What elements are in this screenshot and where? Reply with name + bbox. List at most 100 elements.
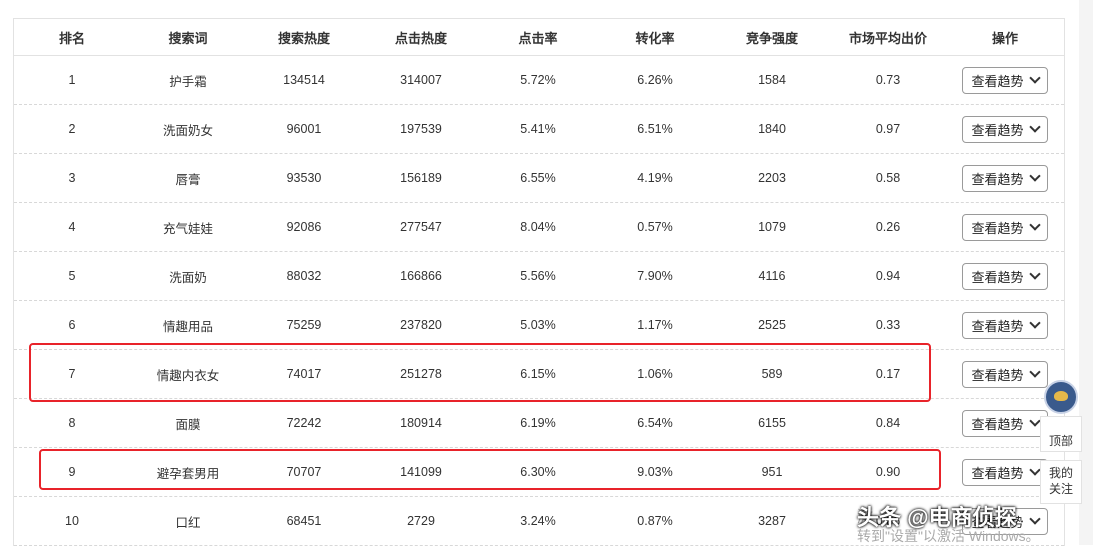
cell-ctr: 5.03% bbox=[520, 318, 556, 332]
cell-search-heat: 72242 bbox=[286, 416, 322, 430]
cell-cvr: 6.54% bbox=[637, 416, 673, 430]
cell-competition: 1079 bbox=[758, 220, 786, 234]
cell-competition: 951 bbox=[761, 465, 783, 479]
chevron-down-icon bbox=[1028, 415, 1041, 427]
cell-keyword: 情趣内衣女 bbox=[156, 368, 220, 383]
header-ctr: 点击率 bbox=[518, 30, 558, 46]
cell-action: 查看趋势 bbox=[946, 115, 1064, 143]
view-trend-label: 查看趋势 bbox=[971, 367, 1024, 383]
cell-avg-bid: 0.94 bbox=[875, 269, 901, 283]
cell-rank: 1 bbox=[68, 73, 76, 87]
chevron-down-icon bbox=[1028, 219, 1041, 231]
cell-click-heat: 237820 bbox=[400, 318, 442, 332]
cell-rank: 10 bbox=[65, 514, 79, 528]
cell-cvr: 7.90% bbox=[637, 269, 673, 283]
cell-cvr: 6.51% bbox=[637, 122, 673, 136]
cell-keyword: 面膜 bbox=[175, 417, 201, 432]
table-row: 4 充气娃娃 92086 277547 8.04% 0.57% 1079 0.26 查看趋势 bbox=[14, 203, 1064, 252]
cell-keyword: 充气娃娃 bbox=[162, 221, 213, 236]
header-competition: 竞争强度 bbox=[745, 30, 798, 46]
cell-competition: 2525 bbox=[758, 318, 786, 332]
cell-click-heat: 166866 bbox=[400, 269, 442, 283]
cell-avg-bid: 0.26 bbox=[875, 220, 901, 234]
my-follow-label-2: 关注 bbox=[1048, 482, 1073, 496]
cell-keyword: 口红 bbox=[175, 515, 201, 530]
cell-keyword: 唇膏 bbox=[175, 172, 201, 187]
cell-click-heat: 2729 bbox=[407, 514, 435, 528]
table-row: 2 洗面奶女 96001 197539 5.41% 6.51% 1840 0.97 查看趋势 bbox=[14, 105, 1064, 154]
view-trend-button[interactable]: 查看趋势 bbox=[962, 164, 1048, 192]
cell-ctr: 5.56% bbox=[520, 269, 556, 283]
view-trend-button[interactable]: 查看趋势 bbox=[962, 409, 1048, 437]
view-trend-button[interactable]: 查看趋势 bbox=[962, 115, 1048, 143]
cell-cvr: 6.26% bbox=[637, 73, 673, 87]
chevron-down-icon bbox=[1028, 464, 1041, 476]
cell-ctr: 5.41% bbox=[520, 122, 556, 136]
cell-ctr: 8.04% bbox=[520, 220, 556, 234]
keyword-table: 排名 搜索词 搜索热度 点击热度 点击率 转化率 竞争强度 市场平均出价 操作 … bbox=[13, 18, 1065, 546]
table-row: 1 护手霜 134514 314007 5.72% 6.26% 1584 0.73 查看趋势 bbox=[14, 56, 1064, 105]
cell-search-heat: 88032 bbox=[286, 269, 322, 283]
cell-action: 查看趋势 bbox=[946, 164, 1064, 192]
cell-search-heat: 134514 bbox=[283, 73, 325, 87]
cell-competition: 2203 bbox=[758, 171, 786, 185]
table-row: 3 唇膏 93530 156189 6.55% 4.19% 2203 0.58 查看趋势 bbox=[14, 154, 1064, 203]
view-trend-label: 查看趋势 bbox=[971, 416, 1024, 432]
cell-click-heat: 314007 bbox=[400, 73, 442, 87]
view-trend-button[interactable]: 查看趋势 bbox=[962, 458, 1048, 486]
header-avg-bid: 市场平均出价 bbox=[848, 30, 927, 46]
cell-action: 查看趋势 bbox=[946, 66, 1064, 94]
my-follow-button[interactable]: 我的 关注 bbox=[1040, 460, 1082, 504]
cell-cvr: 4.19% bbox=[637, 171, 673, 185]
cell-action: 查看趋势 bbox=[946, 213, 1064, 241]
view-trend-button[interactable]: 查看趋势 bbox=[962, 262, 1048, 290]
header-search-heat: 搜索热度 bbox=[277, 30, 330, 46]
cell-action: 查看趋势 bbox=[946, 311, 1064, 339]
cell-ctr: 6.30% bbox=[520, 465, 556, 479]
table-row: 7 情趣内衣女 74017 251278 6.15% 1.06% 589 0.17 查看趋势 bbox=[14, 350, 1064, 399]
cell-search-heat: 70707 bbox=[286, 465, 322, 479]
cell-competition: 3287 bbox=[758, 514, 786, 528]
cell-search-heat: 93530 bbox=[286, 171, 322, 185]
table-header: 排名 搜索词 搜索热度 点击热度 点击率 转化率 竞争强度 市场平均出价 操作 bbox=[14, 19, 1064, 56]
cell-competition: 589 bbox=[761, 367, 783, 381]
cell-cvr: 1.17% bbox=[637, 318, 673, 332]
cell-ctr: 5.72% bbox=[520, 73, 556, 87]
cell-search-heat: 96001 bbox=[286, 122, 322, 136]
cell-click-heat: 277547 bbox=[400, 220, 442, 234]
cell-ctr: 6.55% bbox=[520, 171, 556, 185]
mascot-icon bbox=[1044, 380, 1078, 414]
cell-click-heat: 141099 bbox=[400, 465, 442, 479]
cell-rank: 8 bbox=[68, 416, 76, 430]
cell-cvr: 9.03% bbox=[637, 465, 673, 479]
view-trend-button[interactable]: 查看趋势 bbox=[962, 311, 1048, 339]
cell-keyword: 洗面奶 bbox=[169, 270, 207, 285]
header-click-heat: 点击热度 bbox=[394, 30, 447, 46]
cell-avg-bid: 0.33 bbox=[875, 318, 901, 332]
cell-avg-bid: 0.97 bbox=[875, 122, 901, 136]
cell-search-heat: 92086 bbox=[286, 220, 322, 234]
cell-avg-bid: 0.73 bbox=[875, 73, 901, 87]
chevron-down-icon bbox=[1028, 513, 1041, 525]
view-trend-label: 查看趋势 bbox=[971, 73, 1024, 89]
my-follow-label-1: 我的 bbox=[1048, 466, 1073, 480]
view-trend-button[interactable]: 查看趋势 bbox=[962, 66, 1048, 94]
cell-rank: 6 bbox=[68, 318, 76, 332]
cell-rank: 4 bbox=[68, 220, 76, 234]
cell-cvr: 0.87% bbox=[637, 514, 673, 528]
cell-search-heat: 74017 bbox=[286, 367, 322, 381]
back-to-top-button[interactable]: 顶部 bbox=[1040, 416, 1082, 452]
view-trend-label: 查看趋势 bbox=[971, 220, 1024, 236]
chevron-down-icon bbox=[1028, 268, 1041, 280]
chevron-down-icon bbox=[1028, 121, 1041, 133]
cell-ctr: 3.24% bbox=[520, 514, 556, 528]
cell-avg-bid: 0.90 bbox=[875, 465, 901, 479]
back-to-top-label: 顶部 bbox=[1048, 434, 1073, 448]
view-trend-button[interactable]: 查看趋势 bbox=[962, 360, 1048, 388]
cell-ctr: 6.19% bbox=[520, 416, 556, 430]
header-cvr: 转化率 bbox=[635, 30, 675, 46]
view-trend-button[interactable]: 查看趋势 bbox=[962, 213, 1048, 241]
header-action: 操作 bbox=[991, 30, 1018, 46]
cell-cvr: 1.06% bbox=[637, 367, 673, 381]
cell-competition: 1584 bbox=[758, 73, 786, 87]
